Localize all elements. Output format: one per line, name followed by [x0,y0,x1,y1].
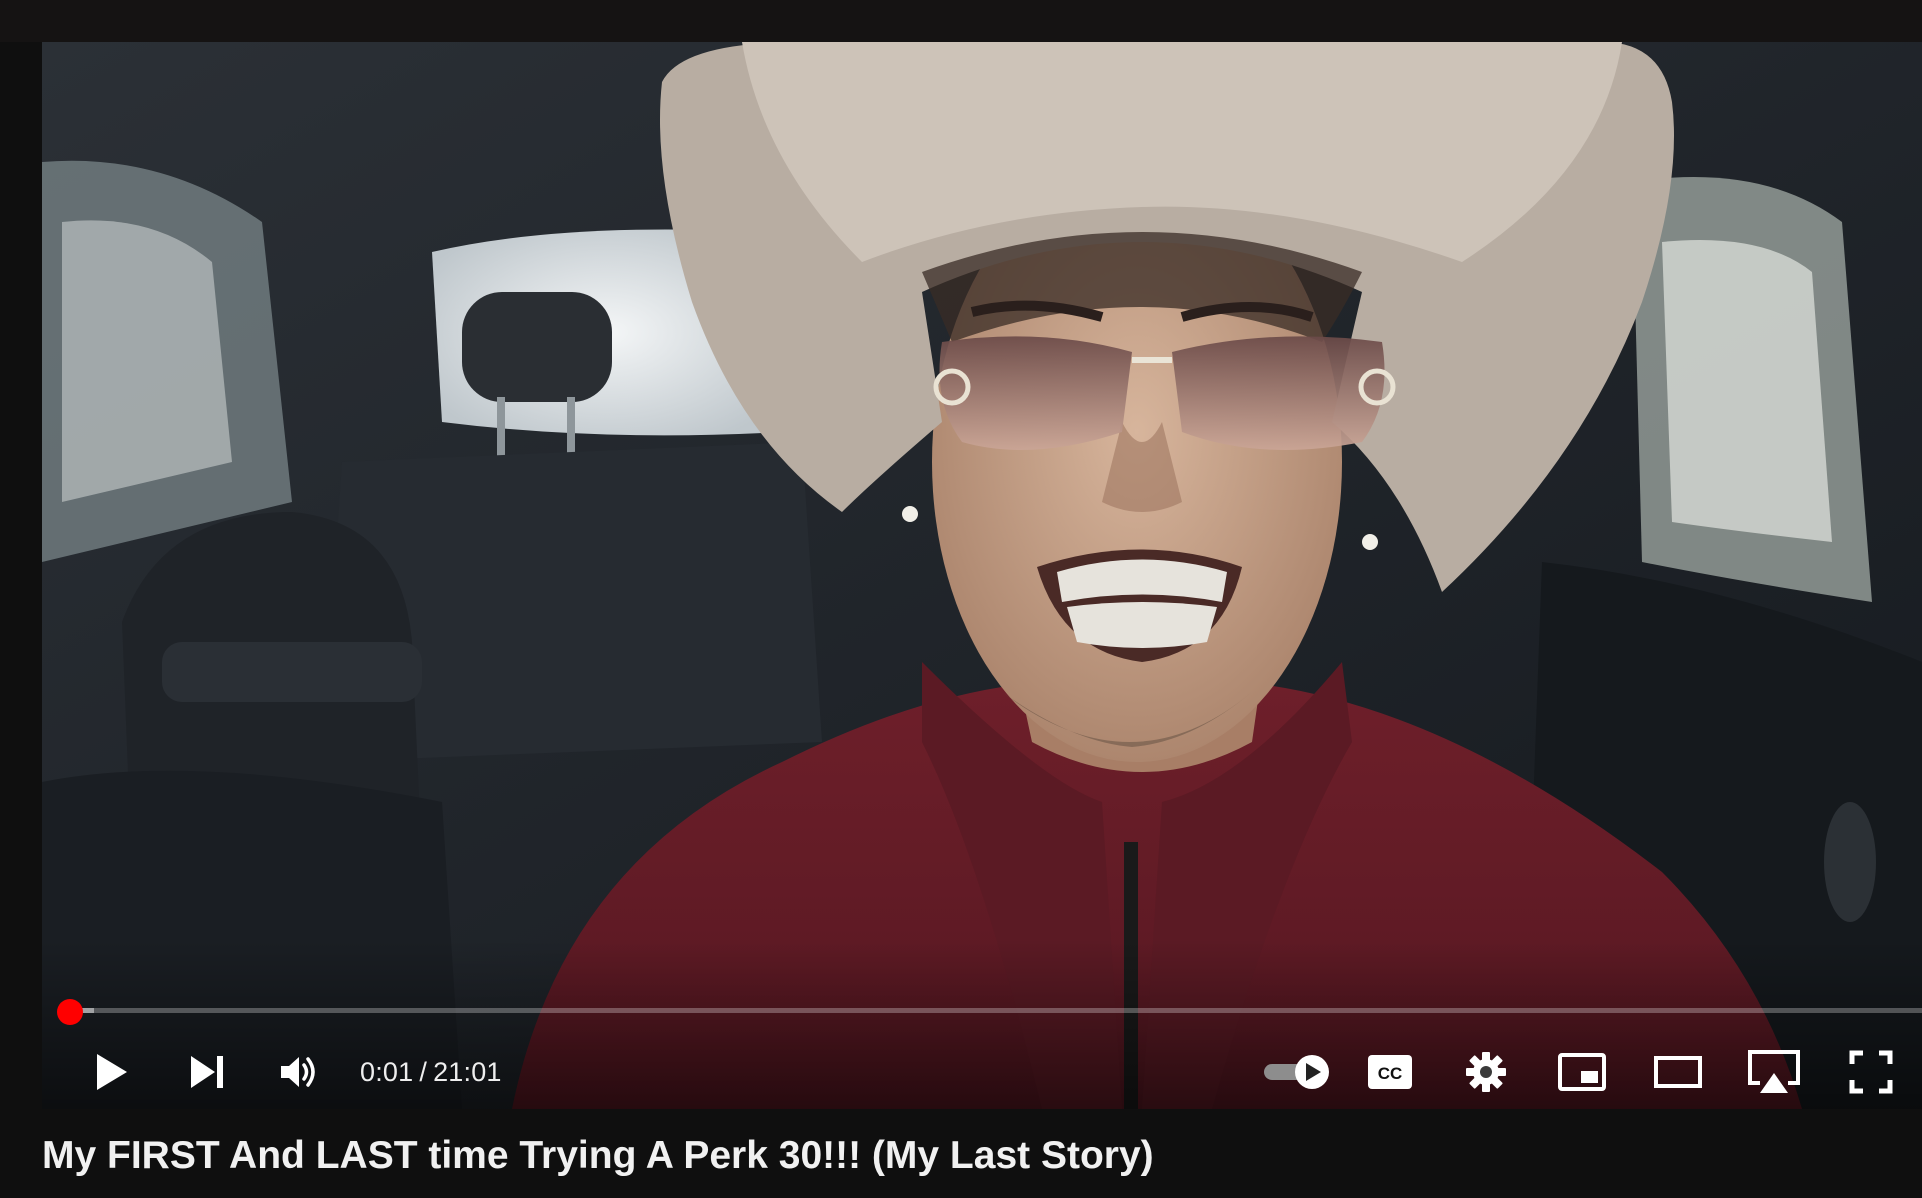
airplay-button[interactable] [1739,1032,1809,1109]
settings-button[interactable] [1451,1032,1521,1109]
theater-mode-icon [1654,1056,1702,1088]
autoplay-toggle[interactable] [1248,1032,1348,1109]
gear-icon [1466,1052,1506,1092]
play-button[interactable] [77,1032,147,1109]
progress-scrubber[interactable] [57,999,83,1025]
player-controls: 0:01/21:01 CC [42,1032,1922,1109]
miniplayer-icon [1558,1053,1606,1091]
theater-mode-button[interactable] [1643,1032,1713,1109]
time-display: 0:01/21:01 [360,1032,502,1109]
autoplay-toggle-icon [1264,1055,1329,1089]
captions-button[interactable]: CC [1355,1032,1425,1109]
captions-label: CC [1378,1064,1403,1083]
current-time: 0:01 [360,1057,414,1087]
next-track-icon [191,1056,223,1088]
next-button[interactable] [172,1032,242,1109]
captions-icon: CC [1368,1055,1412,1089]
volume-button[interactable] [265,1032,335,1109]
miniplayer-button[interactable] [1547,1032,1617,1109]
fullscreen-icon [1849,1050,1893,1094]
progress-bar[interactable] [57,999,1922,1025]
airplay-icon [1748,1050,1800,1093]
duration: 21:01 [433,1057,502,1087]
fullscreen-button[interactable] [1836,1032,1906,1109]
volume-high-icon [281,1057,315,1087]
video-title: My FIRST And LAST time Trying A Perk 30!… [42,1134,1154,1177]
play-icon [97,1054,127,1090]
time-separator: / [419,1057,428,1087]
video-player[interactable]: 0:01/21:01 CC [42,42,1922,1109]
page-top-bar [0,0,1922,42]
